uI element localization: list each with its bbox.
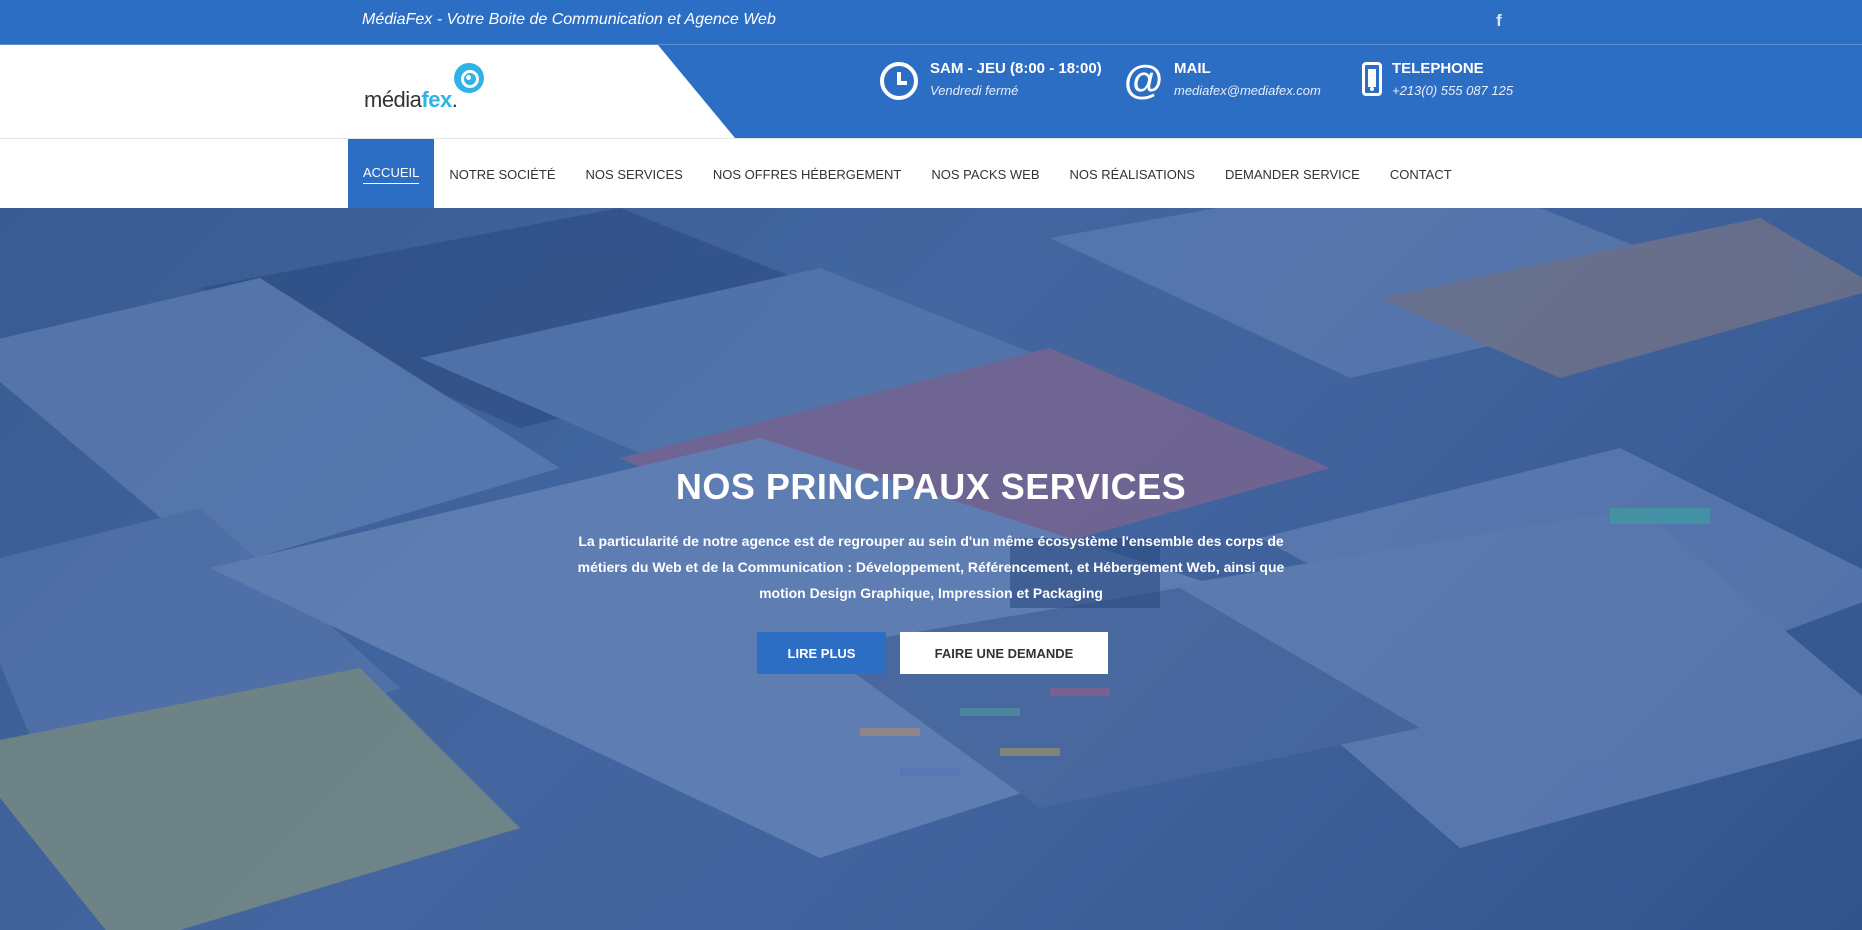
phone-contact: TELEPHONE +213(0) 555 087 125 <box>1356 57 1536 117</box>
header: médiafex. SAM - JEU (8:00 - 18:00) Vendr… <box>0 45 1862 138</box>
nav-item-contact[interactable]: Contact <box>1375 139 1467 209</box>
top-bar: MédiaFex - Votre Boite de Communication … <box>0 0 1862 45</box>
phone-number[interactable]: +213(0) 555 087 125 <box>1392 83 1513 98</box>
nav-item-nos-offres-hebergement[interactable]: Nos Offres Hébergement <box>698 139 917 209</box>
logo-wordmark: médiafex. <box>364 87 458 112</box>
hero-description: La particularité de notre agence est de … <box>577 533 1285 601</box>
nav-item-nos-realisations[interactable]: Nos Réalisations <box>1055 139 1210 209</box>
opening-hours: SAM - JEU (8:00 - 18:00) Vendredi fermé <box>880 57 1102 117</box>
logo-swirl-icon <box>454 63 484 93</box>
site-logo[interactable]: médiafex. <box>364 63 484 113</box>
phone-title: TELEPHONE <box>1392 60 1484 77</box>
read-more-button[interactable]: Lire Plus <box>757 632 886 674</box>
opening-hours-title: SAM - JEU (8:00 - 18:00) <box>930 60 1102 77</box>
nav-item-accueil[interactable]: Accueil <box>348 139 435 209</box>
request-button[interactable]: Faire une demande <box>900 632 1108 674</box>
hero-title: NOS PRINCIPAUX SERVICES <box>675 466 1187 507</box>
nav-item-demander-service[interactable]: Demander Service <box>1210 139 1375 209</box>
opening-hours-sub: Vendredi fermé <box>930 83 1019 98</box>
nav-item-nos-services[interactable]: Nos Services <box>571 139 698 209</box>
site-tagline: MédiaFex - Votre Boite de Communication … <box>362 11 776 28</box>
hero-banner: NOS PRINCIPAUX SERVICES La particularité… <box>0 208 1862 930</box>
mail-contact: @ MAIL mediafex@mediafex.com <box>1124 57 1334 117</box>
facebook-icon[interactable]: f <box>1490 9 1508 33</box>
phone-icon <box>1362 62 1382 96</box>
nav-item-nos-packs-web[interactable]: Nos Packs Web <box>916 139 1054 209</box>
nav-item-notre-societe[interactable]: Notre Société <box>434 139 570 209</box>
clock-icon <box>880 62 918 100</box>
mail-title: MAIL <box>1174 60 1211 77</box>
at-icon: @ <box>1124 58 1164 102</box>
main-nav: Accueil Notre Société Nos Services Nos O… <box>0 138 1862 209</box>
mail-address[interactable]: mediafex@mediafex.com <box>1174 83 1321 98</box>
